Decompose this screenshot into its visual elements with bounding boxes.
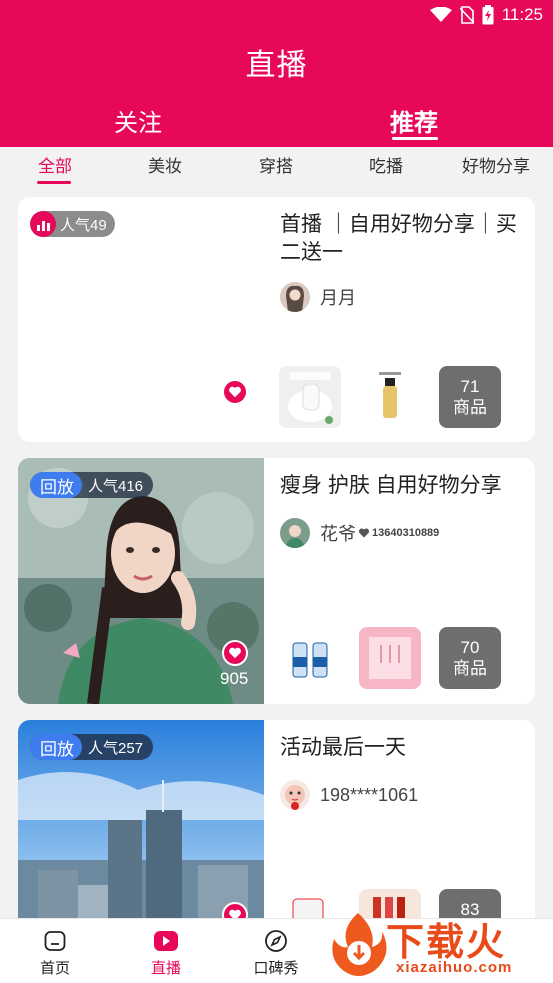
host-name: 198****1061 [320,784,419,805]
replay-card[interactable]: 回放 人气416 905 瘦身 护肤 自用好物分享 花爷 13640310889… [18,458,535,704]
live-title: 首播 ｜自用好物分享｜买二送一 [280,213,517,264]
nav-home[interactable]: 首页 [20,927,90,978]
host-phone: 13640310889 [372,527,440,539]
nav-live[interactable]: 直播 [131,927,201,978]
avatar [280,282,310,312]
nav-reviews-label: 口碑秀 [253,960,299,977]
avatar [280,780,310,810]
popularity-text: 人气257 [88,739,144,757]
category-bar: 全部 美妆 穿搭 吃播 好物分享 [0,147,553,193]
host-info[interactable]: 月月 [280,282,356,312]
product-count: 71 [460,377,480,396]
product-thumbnail[interactable] [279,366,341,428]
home-icon [44,931,66,951]
replay-title: 瘦身 护肤 自用好物分享 [280,474,502,497]
heart-icon [358,528,370,538]
category-outfit[interactable]: 穿搭 [259,152,293,177]
replay-badge: 回放 人气257 [30,734,154,760]
category-makeup[interactable]: 美妆 [148,152,182,177]
flame-logo-icon [332,913,387,976]
tab-active-indicator [392,137,438,140]
product-thumbnail[interactable] [279,627,341,689]
clock: 11:25 [501,5,543,24]
like-heart-icon[interactable] [222,640,248,666]
product-thumbnail[interactable] [359,627,421,689]
category-all[interactable]: 全部 [38,152,72,177]
compass-icon [265,930,287,952]
watermark-logo: 下载火 xiazaihuo.com [328,905,553,983]
host-info[interactable]: 198****1061 [280,780,418,810]
category-active-indicator [37,181,71,184]
avatar [280,518,310,548]
live-icon [154,931,178,951]
replay-badge: 回放 人气416 [30,472,154,498]
battery-icon [482,5,494,25]
watermark-text: 下载火 [386,922,507,964]
tab-recommend[interactable]: 推荐 [390,103,438,138]
status-bar: 11:25 [0,0,553,30]
page-title: 直播 [245,49,308,82]
live-bars-icon [30,211,56,237]
nav-reviews[interactable]: 口碑秀 [241,927,311,978]
product-unit: 商品 [453,659,487,678]
popularity-text: 人气416 [88,477,144,495]
host-name: 花爷 [320,524,356,544]
category-goods-share[interactable]: 好物分享 [462,152,530,177]
product-count: 70 [460,638,480,657]
product-thumbnail[interactable] [359,366,421,428]
like-count: 905 [220,669,249,688]
nav-live-label: 直播 [150,960,181,977]
replay-title: 活动最后一天 [280,736,406,759]
wifi-icon [429,7,452,22]
top-header: 11:25 直播 关注 推荐 [0,0,553,147]
like-heart-icon[interactable] [222,379,248,405]
host-info[interactable]: 花爷 13640310889 [280,518,439,548]
host-name: 月月 [320,288,356,308]
nav-home-label: 首页 [39,960,70,977]
replay-tag: 回放 [30,734,82,760]
replay-tag: 回放 [30,472,82,498]
category-mukbang[interactable]: 吃播 [369,152,403,177]
product-count-button[interactable]: 71 商品 [439,366,501,428]
product-count-button[interactable]: 70 商品 [439,627,501,689]
tab-follow[interactable]: 关注 [114,103,162,138]
watermark-url: xiazaihuo.com [396,959,513,976]
no-sim-icon [459,6,474,24]
replay-card[interactable]: 回放 人气257 活动最后一天 198****1061 83 [18,720,535,935]
popularity-badge: 人气49 [30,211,115,237]
popularity-text: 人气49 [60,216,107,234]
live-card[interactable]: 人气49 首播 ｜自用好物分享｜买二送一 月月 71 商品 [18,197,535,442]
product-unit: 商品 [453,398,487,417]
